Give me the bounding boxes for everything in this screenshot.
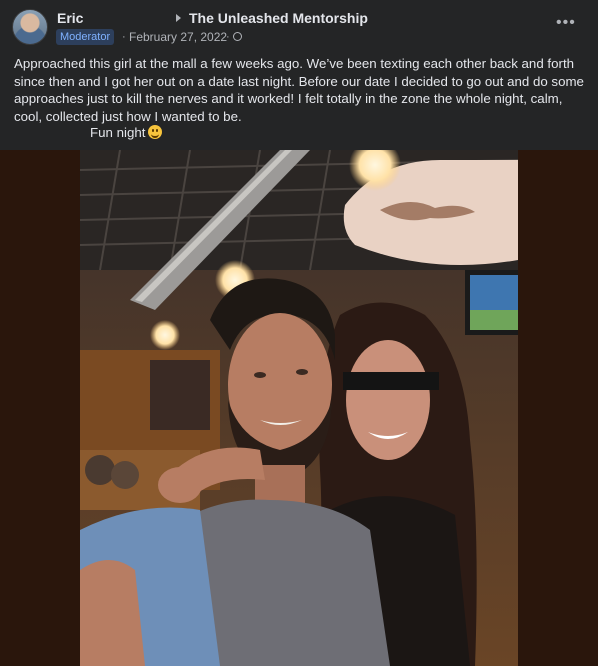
more-icon[interactable]: ••• xyxy=(556,15,576,31)
post-photo[interactable] xyxy=(80,150,518,666)
feed-post: Eric The Unleashed Mentorship Moderator … xyxy=(0,0,598,666)
fun-line-text: Fun night xyxy=(90,125,146,140)
post-paragraph: Approached this girl at the mall a few w… xyxy=(14,56,584,124)
globe-icon xyxy=(233,32,242,41)
photo-illustration xyxy=(80,150,518,666)
post-text: Approached this girl at the mall a few w… xyxy=(14,55,584,125)
author-avatar[interactable] xyxy=(12,9,48,45)
group-name[interactable]: The Unleashed Mentorship xyxy=(189,10,368,26)
author-name[interactable]: Eric xyxy=(57,10,83,26)
meta-separator-2: · xyxy=(226,31,230,43)
post-fun-line: Fun night xyxy=(90,125,163,140)
moderator-badge: Moderator xyxy=(56,29,115,45)
post-header: Eric The Unleashed Mentorship Moderator … xyxy=(0,0,598,50)
meta-separator: · xyxy=(122,31,126,43)
post-media[interactable] xyxy=(0,150,598,666)
caret-right-icon xyxy=(176,14,181,22)
smiley-emoji-icon xyxy=(148,125,163,139)
post-date[interactable]: February 27, 2022 xyxy=(129,29,227,45)
